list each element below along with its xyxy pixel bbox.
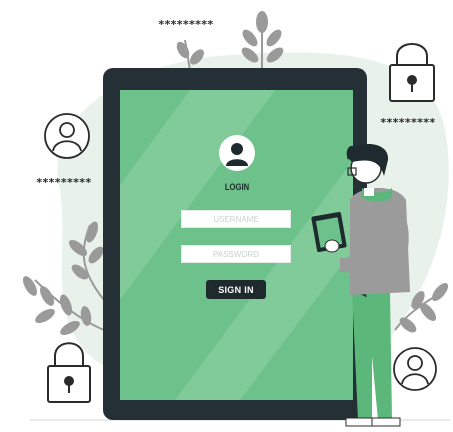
- padlock-icon: [47, 342, 91, 403]
- user-avatar-icon: [219, 135, 255, 171]
- padlock-icon: [389, 43, 435, 102]
- password-input[interactable]: [181, 245, 291, 263]
- masked-password-text: *********: [36, 176, 92, 189]
- login-illustration: ********* ********* ********* LOGIN SIGN…: [0, 0, 453, 432]
- masked-password-text: *********: [158, 18, 214, 31]
- user-avatar-icon: [44, 113, 90, 159]
- user-avatar-icon: [393, 347, 437, 391]
- username-input[interactable]: [181, 210, 291, 228]
- sign-in-button[interactable]: SIGN IN: [206, 280, 266, 299]
- masked-password-text: *********: [380, 116, 436, 129]
- login-title: LOGIN: [224, 182, 250, 192]
